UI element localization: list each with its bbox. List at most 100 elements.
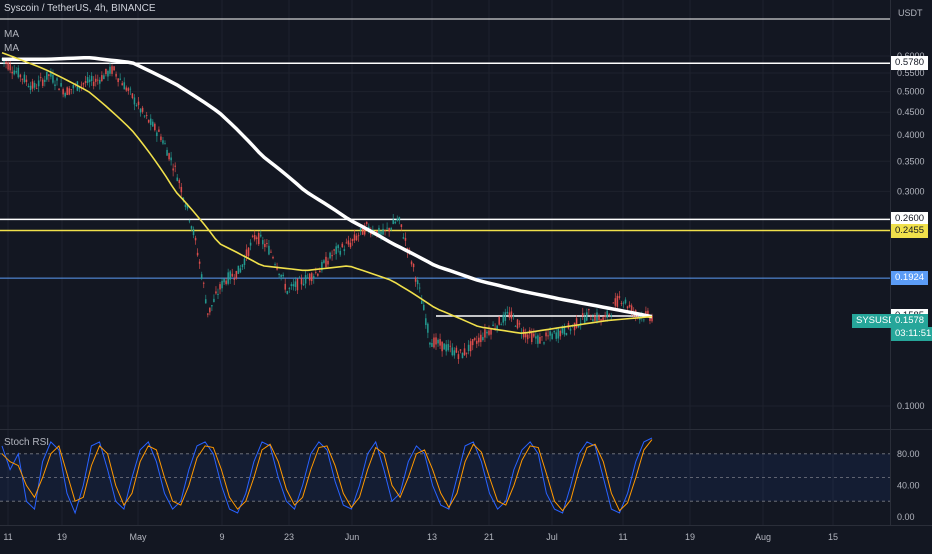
- candle-body: [492, 324, 494, 327]
- candle-body: [92, 81, 95, 87]
- candle-body: [516, 319, 519, 329]
- candle-body: [5, 61, 7, 64]
- candle-body: [420, 300, 423, 304]
- candle-body: [549, 331, 551, 336]
- candle-body: [455, 347, 458, 353]
- candle-body: [151, 121, 154, 127]
- candle-body: [394, 221, 397, 224]
- candle-body: [264, 243, 266, 248]
- candle-body: [41, 79, 44, 86]
- candle-body: [272, 256, 274, 259]
- candle-body: [461, 352, 464, 359]
- candle-body: [569, 328, 572, 331]
- candle-body: [478, 337, 480, 343]
- candle-body: [437, 339, 439, 344]
- candle-body: [105, 68, 107, 75]
- candle-body: [331, 255, 333, 257]
- candle-body: [200, 274, 203, 279]
- candle-body: [382, 228, 384, 235]
- stoch-rsi-axis-tick: 80.00: [897, 449, 920, 459]
- candle-body: [559, 330, 562, 337]
- candle-body: [502, 314, 505, 323]
- candle-body: [349, 242, 352, 248]
- candle-body: [27, 86, 30, 88]
- candle-body: [618, 296, 621, 298]
- candle-body: [11, 71, 13, 74]
- candle-body: [551, 333, 553, 340]
- chart-canvas[interactable]: 0.60000.55000.50000.45000.40000.35000.30…: [0, 0, 932, 550]
- candle-body: [94, 78, 97, 82]
- candle-body: [149, 118, 152, 125]
- candle-body: [227, 272, 229, 284]
- candle-body: [388, 228, 390, 232]
- candle-body: [170, 157, 172, 161]
- symbol-title: Syscoin / TetherUS, 4h, BINANCE: [4, 3, 156, 14]
- candle-body: [282, 274, 284, 277]
- candle-body: [147, 119, 150, 123]
- candle-body: [270, 251, 272, 253]
- candle-body: [412, 263, 415, 268]
- candle-body: [37, 80, 40, 87]
- time-axis-tick: Jul: [546, 532, 558, 542]
- candle-body: [141, 107, 144, 112]
- candle-body: [319, 270, 321, 273]
- candle-body: [577, 325, 580, 328]
- candle-body: [620, 303, 623, 304]
- candle-body: [127, 88, 130, 91]
- candle-body: [29, 85, 32, 91]
- level-price-badge[interactable]: 0.5780: [891, 56, 929, 71]
- candle-body: [33, 83, 36, 88]
- candle-body: [396, 218, 399, 221]
- candle-body: [58, 88, 60, 91]
- candle-body: [471, 339, 474, 346]
- indicator-label-stoch-rsi[interactable]: Stoch RSI: [4, 437, 49, 448]
- candle-body: [612, 302, 615, 304]
- candle-body: [284, 283, 287, 290]
- candle-body: [158, 129, 160, 132]
- indicator-label-ma-2[interactable]: MA: [4, 43, 19, 54]
- candle-body: [113, 66, 115, 71]
- candle-body: [545, 332, 547, 337]
- candle-body: [484, 329, 486, 338]
- candle-body: [414, 277, 417, 282]
- last-price-badge[interactable]: 0.1578: [891, 313, 929, 328]
- candle-body: [255, 237, 258, 240]
- candle-body: [581, 313, 584, 316]
- candle-body: [86, 77, 89, 83]
- candle-body: [535, 336, 537, 339]
- candle-body: [333, 249, 335, 251]
- candle-body: [425, 318, 427, 326]
- candle-body: [133, 97, 136, 105]
- candle-body: [125, 87, 128, 91]
- candle-body: [262, 240, 264, 245]
- candle-countdown-badge[interactable]: 03:11:51: [891, 326, 932, 341]
- chart-stage[interactable]: 0.60000.55000.50000.45000.40000.35000.30…: [0, 0, 932, 550]
- candle-body: [229, 271, 232, 280]
- candle-body: [223, 279, 225, 283]
- candle-body: [139, 108, 142, 113]
- candle-body: [645, 311, 647, 314]
- candle-body: [459, 349, 462, 351]
- candle-body: [160, 136, 162, 141]
- currency-label[interactable]: USDT: [898, 8, 923, 18]
- candle-body: [119, 78, 121, 80]
- level-price-badge[interactable]: 0.2455: [891, 223, 929, 238]
- candle-body: [441, 341, 443, 352]
- candle-body: [164, 143, 166, 145]
- price-axis-tick: 0.3000: [897, 186, 925, 196]
- candle-body: [533, 333, 535, 337]
- candle-body: [46, 71, 48, 80]
- candle-body: [422, 304, 425, 311]
- candle-body: [288, 288, 291, 289]
- candle-body: [541, 336, 543, 338]
- candle-body: [416, 280, 419, 285]
- candle-body: [610, 315, 613, 317]
- candle-body: [500, 324, 503, 326]
- time-axis-tick: 19: [685, 532, 695, 542]
- candle-body: [84, 81, 87, 83]
- candle-body: [445, 344, 448, 352]
- indicator-label-ma-1[interactable]: MA: [4, 29, 19, 40]
- level-price-badge[interactable]: 0.1924: [891, 271, 929, 286]
- candle-body: [596, 312, 598, 322]
- candle-body: [410, 261, 413, 265]
